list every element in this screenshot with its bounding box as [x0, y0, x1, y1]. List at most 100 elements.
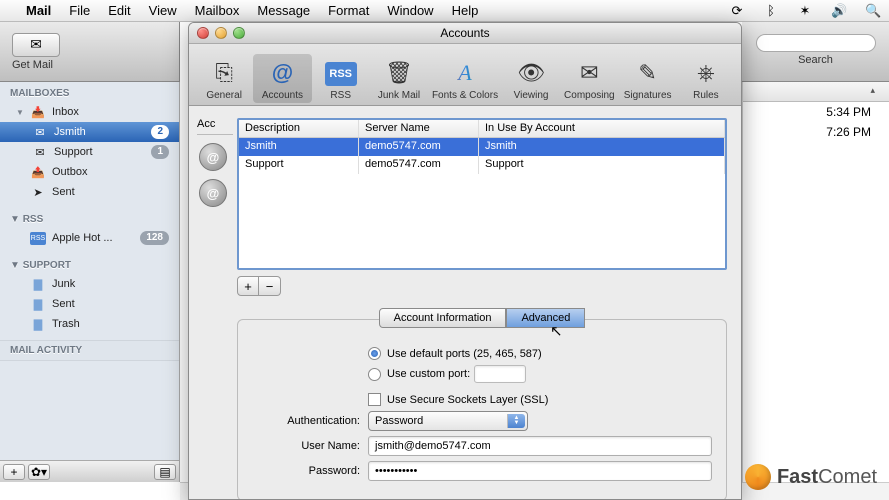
accounts-list: Acc @ @ [197, 118, 233, 207]
menu-format[interactable]: Format [328, 3, 369, 18]
bluetooth-menu-icon[interactable]: ᛒ [763, 3, 779, 18]
sidebar-item-label: Jsmith [54, 126, 86, 138]
activity-toggle-button[interactable]: ▤ [154, 464, 176, 480]
prefs-tab-junk[interactable]: 🗑Junk Mail [370, 54, 428, 103]
custom-port-input[interactable] [474, 365, 526, 383]
sidebar-item-apple-hot[interactable]: RSS Apple Hot ... 128 [0, 228, 179, 248]
app-menu[interactable]: Mail [26, 3, 51, 18]
sidebar-item-jsmith[interactable]: ✉︎ Jsmith 2 [0, 122, 179, 142]
username-input[interactable]: jsmith@demo5747.com [368, 436, 712, 456]
prefs-tab-viewing[interactable]: 👁Viewing [502, 54, 560, 103]
sent-icon: ➤ [30, 186, 46, 199]
wifi-menu-icon[interactable]: ✶ [797, 3, 813, 19]
unread-badge: 1 [151, 145, 169, 159]
accounts-list-header: Acc [197, 118, 233, 135]
checkbox-label: Use Secure Sockets Layer (SSL) [387, 394, 548, 406]
table-row[interactable]: Jsmith demo5747.com Jsmith [239, 138, 725, 156]
mail-toolbar-right: Search [742, 22, 889, 82]
message-time[interactable]: 5:34 PM [743, 102, 889, 122]
unread-badge: 2 [151, 125, 169, 139]
prefs-tab-composing[interactable]: ✉︎Composing [560, 54, 618, 103]
prefs-tab-general[interactable]: ⎘General [195, 54, 253, 103]
column-header[interactable] [743, 82, 889, 102]
menu-file[interactable]: File [69, 3, 90, 18]
viewing-icon: 👁 [504, 56, 558, 90]
sidebar-item-junk[interactable]: ▇ Junk [0, 274, 179, 294]
menu-help[interactable]: Help [452, 3, 479, 18]
sidebar-item-inbox[interactable]: ▼ 📥 Inbox [0, 102, 179, 122]
zoom-button[interactable] [233, 27, 245, 39]
select-value: Password [375, 415, 423, 427]
folder-icon: ▇ [30, 318, 46, 331]
folder-icon: ▇ [30, 278, 46, 291]
menu-view[interactable]: View [149, 3, 177, 18]
get-mail-button[interactable]: ✉︎ [12, 33, 60, 57]
disclosure-icon[interactable]: ▼ [16, 108, 24, 117]
radio-default-ports[interactable] [368, 347, 381, 360]
tab-advanced[interactable]: Advanced [506, 308, 585, 328]
sidebar-item-trash[interactable]: ▇ Trash [0, 314, 179, 334]
radio-custom-port[interactable] [368, 368, 381, 381]
prefs-tab-signatures[interactable]: ✎Signatures [618, 54, 676, 103]
add-mailbox-button[interactable]: + [3, 464, 25, 480]
field-label: Password: [252, 465, 368, 477]
sidebar-item-label: Support [54, 146, 93, 158]
folder-icon: ▇ [30, 298, 46, 311]
system-menubar: Mail File Edit View Mailbox Message Form… [0, 0, 889, 22]
spotlight-menu-icon[interactable]: 🔍 [865, 3, 881, 19]
field-label: Authentication: [252, 415, 368, 427]
unread-badge: 128 [140, 231, 169, 245]
table-row[interactable]: Support demo5747.com Support [239, 156, 725, 174]
sidebar-head-support: ▼ SUPPORT [0, 254, 179, 274]
menu-window[interactable]: Window [387, 3, 433, 18]
mailbox-icon: ✉︎ [32, 146, 48, 159]
prefs-tab-accounts[interactable]: @Accounts [253, 54, 311, 103]
tab-account-information[interactable]: Account Information [379, 308, 507, 328]
password-input[interactable]: ••••••••••• [368, 461, 712, 481]
sidebar-item-label: Sent [52, 186, 75, 198]
fastcomet-logo: FastComet [745, 464, 877, 490]
server-settings-tabs: Account Information Advanced ↖ [237, 308, 727, 330]
composing-icon: ✉︎ [562, 56, 616, 90]
col-in-use[interactable]: In Use By Account [479, 120, 725, 137]
sidebar-head-mailboxes: MAILBOXES [0, 82, 179, 102]
authentication-select[interactable]: Password ▲▼ [368, 411, 528, 431]
sidebar-item-label: Apple Hot ... [52, 232, 113, 244]
sidebar-item-support[interactable]: ✉︎ Support 1 [0, 142, 179, 162]
search-input[interactable] [756, 34, 876, 52]
add-server-button[interactable]: + [237, 276, 259, 296]
sidebar-item-sent[interactable]: ➤ Sent [0, 182, 179, 202]
prefs-tab-rss[interactable]: RSSRSS [312, 56, 370, 103]
mail-toolbar: ✉︎ Get Mail [0, 22, 180, 82]
cell: demo5747.com [359, 156, 479, 174]
sidebar-item-outbox[interactable]: 📤 Outbox [0, 162, 179, 182]
menu-mailbox[interactable]: Mailbox [195, 3, 240, 18]
prefs-tab-fonts[interactable]: AFonts & Colors [428, 54, 502, 103]
volume-menu-icon[interactable]: 🔊 [831, 3, 847, 19]
minimize-button[interactable] [215, 27, 227, 39]
prefs-tab-rules[interactable]: ⎈Rules [677, 54, 735, 103]
checkbox-ssl[interactable] [368, 393, 381, 406]
junk-icon: 🗑 [372, 56, 426, 90]
search-label: Search [798, 54, 833, 66]
window-titlebar[interactable]: Accounts [189, 23, 741, 44]
sync-menu-icon[interactable]: ⟳ [729, 3, 745, 19]
col-description[interactable]: Description [239, 120, 359, 137]
message-time[interactable]: 7:26 PM [743, 122, 889, 142]
mail-sidebar: MAILBOXES ▼ 📥 Inbox ✉︎ Jsmith 2 ✉︎ Suppo… [0, 82, 180, 482]
message-list-pane: 5:34 PM 7:26 PM [742, 82, 889, 500]
action-menu-button[interactable]: ✿▾ [28, 464, 50, 480]
col-server-name[interactable]: Server Name [359, 120, 479, 137]
remove-server-button[interactable]: − [259, 276, 281, 296]
menu-message[interactable]: Message [257, 3, 310, 18]
sidebar-bottom-bar: + ✿▾ ▤ [0, 460, 179, 482]
sidebar-item-sent-folder[interactable]: ▇ Sent [0, 294, 179, 314]
account-item[interactable]: @ [199, 179, 227, 207]
rss-icon: RSS [30, 232, 46, 245]
radio-label: Use custom port: [387, 368, 470, 380]
close-button[interactable] [197, 27, 209, 39]
menu-edit[interactable]: Edit [108, 3, 130, 18]
account-item[interactable]: @ [199, 143, 227, 171]
sidebar-item-label: Sent [52, 298, 75, 310]
chevron-updown-icon: ▲▼ [507, 414, 525, 428]
